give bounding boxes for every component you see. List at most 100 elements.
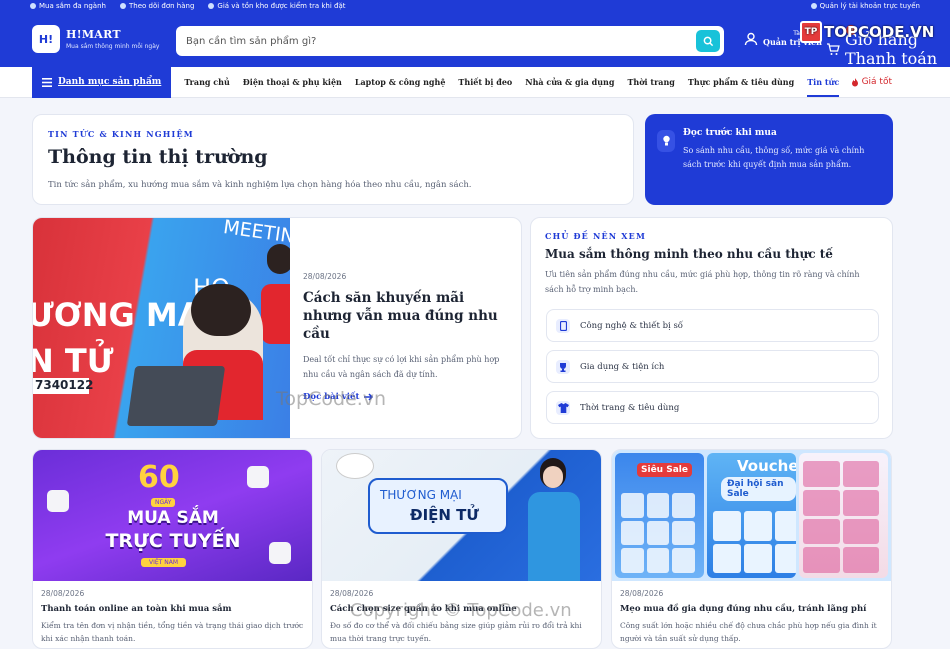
post-card[interactable]: THƯƠNG MẠI ĐIỆN TỬ 28/08/2026 Cách chọn … xyxy=(321,449,602,649)
image-text: Đại hội săn Sale xyxy=(721,477,796,501)
gift-shape xyxy=(47,490,69,512)
topics-title: Mua sắm thông minh theo nhu cầu thực tế xyxy=(545,247,833,261)
topic-label: Gia dụng & tiện ích xyxy=(580,361,665,372)
post-body: 28/08/2026 Mẹo mua đồ gia dụng đúng nhu … xyxy=(612,581,891,648)
post-desc: Công suất lớn hoặc nhiều chế độ chưa chắ… xyxy=(620,621,877,643)
post-image: Siêu Sale Voucher Đại hội săn Sale xyxy=(612,450,891,581)
image-text: TRỰC TUYẾN xyxy=(105,530,241,552)
tip-title: Đọc trước khi mua xyxy=(683,128,777,138)
topics-kicker: CHỦ ĐỀ NÊN XEM xyxy=(545,231,647,241)
nav-link-phones[interactable]: Điện thoại & phụ kiện xyxy=(243,77,342,87)
promo-panel xyxy=(799,453,888,578)
image-text: THƯƠNG MẠI xyxy=(380,488,462,502)
watermark-logo-mark: TP xyxy=(800,21,822,43)
topic-label: Công nghệ & thiết bị số xyxy=(580,320,684,331)
intro-description: Tin tức sản phẩm, xu hướng mua sắm và ki… xyxy=(48,180,472,190)
image-text: NGÀY xyxy=(151,498,176,507)
gift-shape xyxy=(269,542,291,564)
intro-kicker: TIN TỨC & KINH NGHIỆM xyxy=(48,129,194,139)
promo-panel: Voucher Đại hội săn Sale xyxy=(707,453,796,578)
check-icon xyxy=(208,2,215,9)
post-body: 28/08/2026 Thanh toán online an toàn khi… xyxy=(33,581,312,648)
page-title: Thông tin thị trường xyxy=(48,146,268,168)
topics-description: Ưu tiên sản phẩm đúng nhu cầu, mức giá p… xyxy=(545,270,860,294)
image-text: VIỆT NAM xyxy=(141,558,187,567)
logo-name: H!MART xyxy=(66,28,121,41)
post-title[interactable]: Cách chọn size quần áo khi mua online xyxy=(330,604,593,614)
post-card[interactable]: Siêu Sale Voucher Đại hội săn Sale 28/08… xyxy=(611,449,892,649)
phone-icon xyxy=(556,318,570,333)
post-desc: Đo số đo cơ thể và đối chiếu bảng size g… xyxy=(330,621,582,643)
category-menu-button[interactable]: Danh mục sản phẩm xyxy=(32,66,172,98)
image-text-phone: 7340122 xyxy=(33,378,94,394)
trophy-icon xyxy=(556,359,570,374)
fire-icon xyxy=(851,77,858,86)
cart-icon xyxy=(827,43,840,55)
recommended-topics: CHỦ ĐỀ NÊN XEM Mua sắm thông minh theo n… xyxy=(530,217,893,439)
news-intro-card: TIN TỨC & KINH NGHIỆM Thông tin thị trườ… xyxy=(32,114,634,205)
good-price-link[interactable]: Giá tốt xyxy=(851,77,892,87)
watermark-logo: TP TOPCODE.VN xyxy=(800,21,934,43)
topbar-item-track[interactable]: Theo dõi đơn hàng xyxy=(119,2,194,10)
image-text: Siêu Sale xyxy=(637,463,692,477)
post-date: 28/08/2026 xyxy=(330,589,374,598)
top-info-bar: Mua sắm đa ngành Theo dõi đơn hàng Giá v… xyxy=(0,0,950,11)
post-date: 28/08/2026 xyxy=(620,589,664,598)
main-nav: Danh mục sản phẩm Trang chủ Điện thoại &… xyxy=(0,66,950,98)
nav-link-wearables[interactable]: Thiết bị đeo xyxy=(458,77,512,87)
menu-icon xyxy=(42,77,52,87)
topbar-account-link[interactable]: Quản lý tài khoản trực tuyến xyxy=(810,2,920,10)
nav-link-news[interactable]: Tin tức xyxy=(807,77,840,97)
buying-tip-card: Đọc trước khi mua So sánh nhu cầu, thông… xyxy=(645,114,893,205)
nav-link-home[interactable]: Trang chủ xyxy=(184,77,229,87)
search-button[interactable] xyxy=(696,30,720,52)
site-logo[interactable]: H! H!MART Mua sắm thông minh mỗi ngày xyxy=(32,25,159,53)
post-card[interactable]: 60 NGÀY MUA SẮM TRỰC TUYẾN VIỆT NAM 28/0… xyxy=(32,449,313,649)
cart-label: Thanh toán xyxy=(845,49,938,68)
post-desc: Kiểm tra tên đơn vị nhận tiền, tổng tiền… xyxy=(41,621,304,643)
image-text: Voucher xyxy=(737,457,796,475)
search-input[interactable]: Bạn cần tìm sản phẩm gì? xyxy=(176,26,724,56)
topic-home[interactable]: Gia dụng & tiện ích xyxy=(546,350,879,383)
image-text: ĐIỆN TỬ xyxy=(410,506,479,524)
lightbulb-icon xyxy=(657,130,675,152)
nav-link-food[interactable]: Thực phẩm & tiêu dùng xyxy=(688,77,794,87)
user-icon xyxy=(810,2,817,9)
site-header: H! H!MART Mua sắm thông minh mỗi ngày Bạ… xyxy=(0,11,950,68)
shirt-icon xyxy=(556,400,570,415)
search-placeholder: Bạn cần tìm sản phẩm gì? xyxy=(186,35,317,47)
logo-tagline: Mua sắm thông minh mỗi ngày xyxy=(66,43,160,50)
post-title[interactable]: Mẹo mua đồ gia dụng đúng nhu cầu, tránh … xyxy=(620,604,883,614)
read-article-label: Đọc bài viết xyxy=(303,392,360,402)
read-article-link[interactable]: Đọc bài viết xyxy=(303,392,513,402)
image-text: MUA SẮM xyxy=(127,508,219,528)
nav-link-home-appliances[interactable]: Nhà cửa & gia dụng xyxy=(525,77,614,87)
post-body: 28/08/2026 Cách chọn size quần áo khi mu… xyxy=(322,581,601,648)
featured-article-body: 28/08/2026 Cách săn khuyến mãi nhưng vẫn… xyxy=(303,272,513,402)
nav-link-fashion[interactable]: Thời trang xyxy=(627,77,674,87)
promo-panel: Siêu Sale xyxy=(615,453,704,578)
store-icon xyxy=(30,2,36,9)
featured-article-desc: Deal tốt chỉ thực sự có lợi khi sản phẩm… xyxy=(303,355,500,379)
featured-article-title[interactable]: Cách săn khuyến mãi nhưng vẫn mua đúng n… xyxy=(303,289,513,343)
logo-mark: H! xyxy=(32,25,60,53)
nav-link-laptops[interactable]: Laptop & công nghệ xyxy=(355,77,446,87)
truck-icon xyxy=(119,2,126,9)
arrow-right-icon xyxy=(364,393,374,401)
tip-description: So sánh nhu cầu, thông số, mức giá và ch… xyxy=(683,146,865,169)
post-image: 60 NGÀY MUA SẮM TRỰC TUYẾN VIỆT NAM xyxy=(33,450,312,581)
search-icon xyxy=(703,36,713,46)
watermark-logo-text: TOPCODE.VN xyxy=(824,23,935,41)
featured-article[interactable]: MEETING HO ƯƠNG MẠIN TỬ 7340122 28/08/20… xyxy=(32,217,522,439)
post-date: 28/08/2026 xyxy=(41,589,85,598)
topic-label: Thời trang & tiêu dùng xyxy=(580,402,680,413)
topbar-item-stock: Giá và tồn kho được kiểm tra khi đặt xyxy=(208,2,346,10)
topic-fashion[interactable]: Thời trang & tiêu dùng xyxy=(546,391,879,424)
image-text: 60 xyxy=(138,460,180,495)
post-title[interactable]: Thanh toán online an toàn khi mua sắm xyxy=(41,604,304,614)
gift-shape xyxy=(247,466,269,488)
person-figure xyxy=(528,458,580,581)
topic-tech[interactable]: Công nghệ & thiết bị số xyxy=(546,309,879,342)
category-menu-label: Danh mục sản phẩm xyxy=(58,77,162,87)
post-image: THƯƠNG MẠI ĐIỆN TỬ xyxy=(322,450,601,581)
